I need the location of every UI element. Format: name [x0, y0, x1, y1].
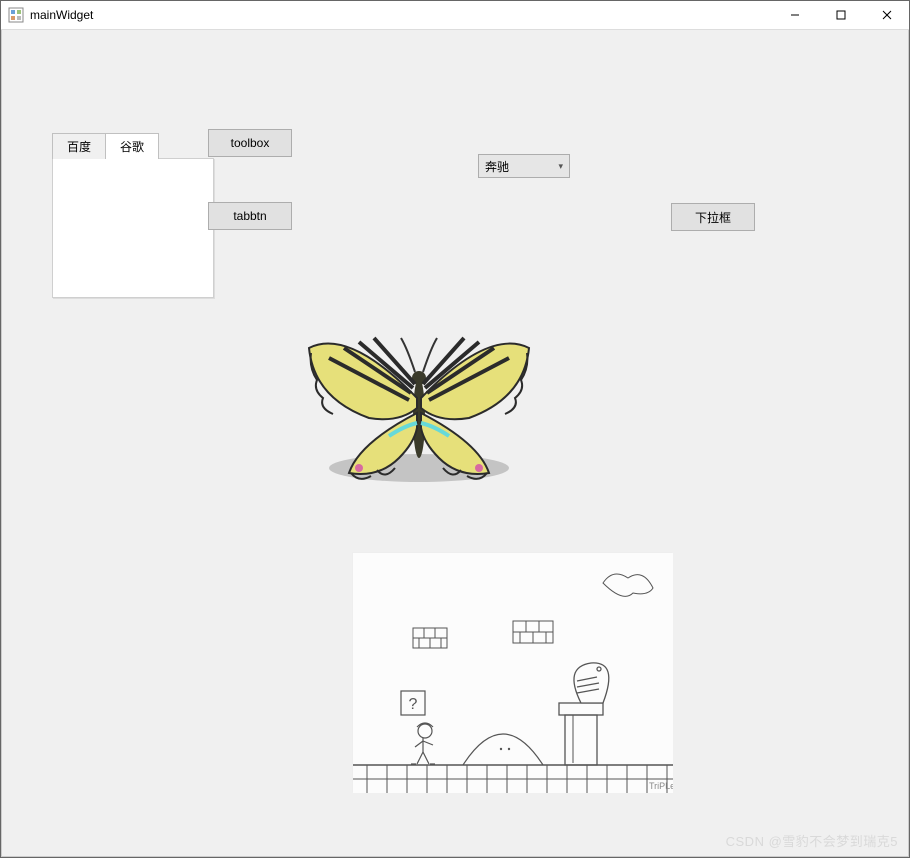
- car-brand-combo[interactable]: 奔驰 ▾: [478, 154, 570, 178]
- maximize-button[interactable]: [818, 0, 864, 30]
- svg-text:?: ?: [409, 696, 418, 713]
- tab-google[interactable]: 谷歌: [105, 133, 159, 159]
- mario-sketch-image: ?: [352, 552, 672, 792]
- tab-bar: 百度 谷歌: [52, 133, 214, 159]
- svg-text:TriPLe: TriPLe: [649, 781, 673, 791]
- tab-widget: 百度 谷歌: [52, 133, 214, 298]
- minimize-button[interactable]: [772, 0, 818, 30]
- tab-pane: [52, 158, 214, 298]
- combo-value: 奔驰: [485, 158, 509, 175]
- window-buttons: [772, 0, 910, 30]
- toolbox-button[interactable]: toolbox: [208, 129, 292, 157]
- tab-baidu[interactable]: 百度: [52, 133, 106, 159]
- window-title: mainWidget: [30, 8, 93, 22]
- client-area: 百度 谷歌 toolbox tabbtn 下拉框 奔驰 ▾: [1, 30, 909, 857]
- chevron-down-icon: ▾: [558, 161, 563, 172]
- butterfly-image: [289, 308, 549, 498]
- titlebar: mainWidget: [0, 0, 910, 30]
- watermark-text: CSDN @雪豹不会梦到瑞克5: [726, 831, 898, 850]
- tabbtn-button[interactable]: tabbtn: [208, 202, 292, 230]
- close-button[interactable]: [864, 0, 910, 30]
- dropdown-button[interactable]: 下拉框: [671, 203, 755, 231]
- app-icon: [8, 7, 24, 23]
